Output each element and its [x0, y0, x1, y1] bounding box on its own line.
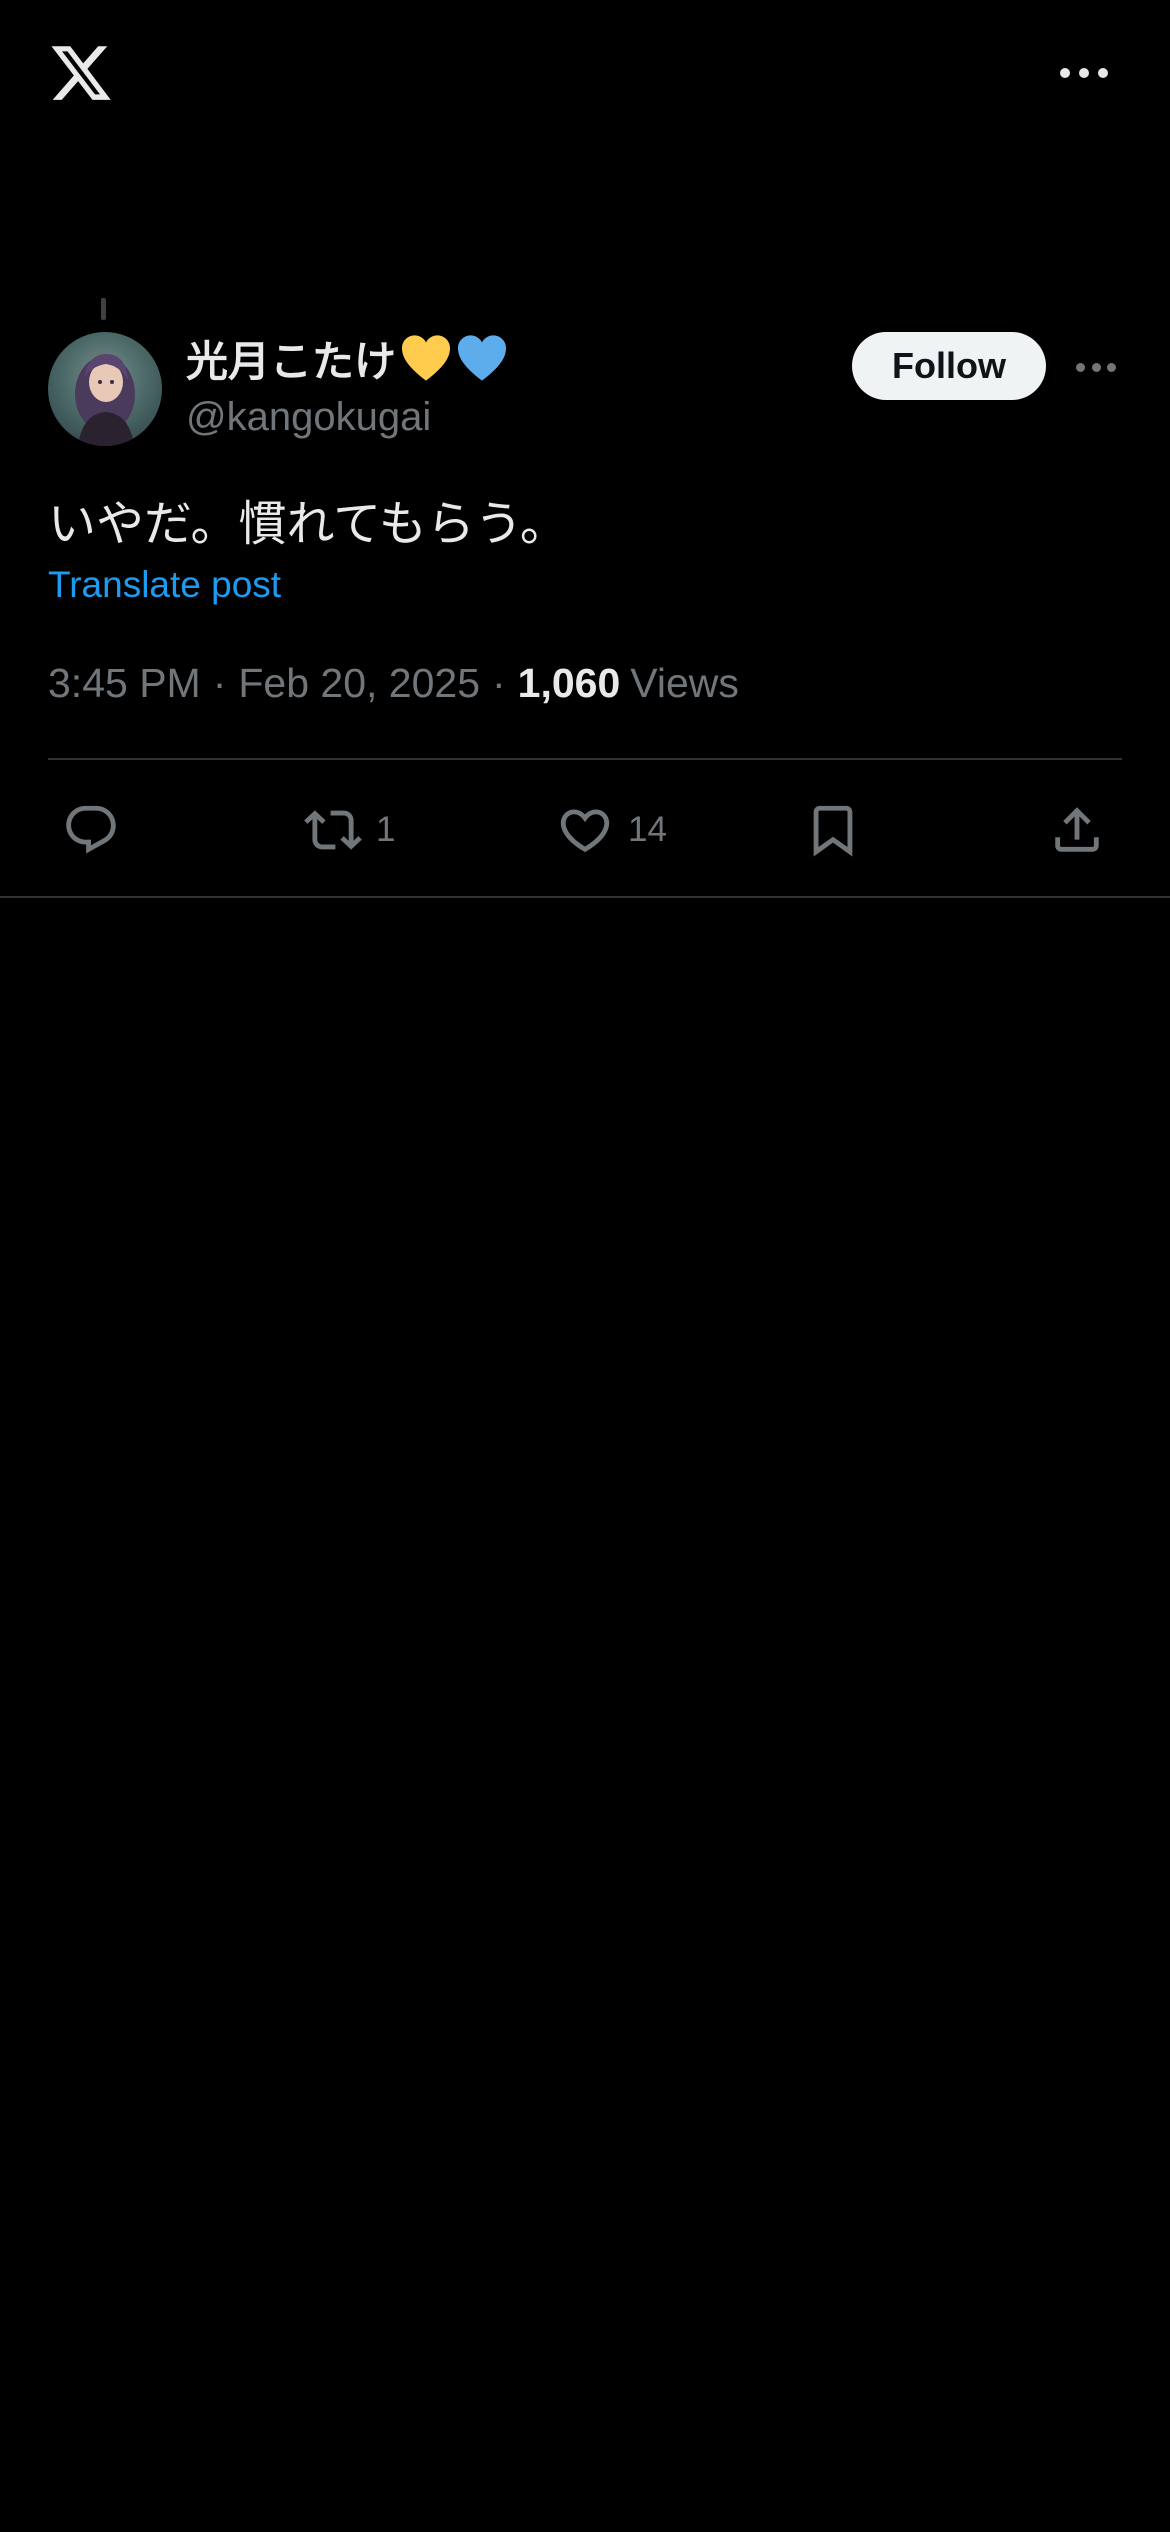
more-horizontal-icon[interactable]: [1060, 58, 1108, 88]
author-display-name[interactable]: 光月こたけ: [186, 330, 508, 386]
post-more-icon[interactable]: [1076, 359, 1116, 375]
post-time[interactable]: 3:45 PM: [48, 660, 201, 707]
follow-button[interactable]: Follow: [852, 332, 1046, 400]
dot: [1079, 68, 1089, 78]
share-icon: [1048, 801, 1106, 859]
display-name-text: 光月こたけ: [186, 337, 397, 385]
like-count: 14: [628, 810, 667, 849]
dot: [1091, 362, 1101, 372]
meta-separator: ·: [492, 659, 506, 706]
heart-icon: [556, 801, 614, 859]
reply-button[interactable]: [62, 795, 120, 865]
post-text: いやだ。慣れてもらう。: [48, 496, 568, 552]
x-logo-icon[interactable]: [48, 40, 114, 106]
retweet-button[interactable]: 1: [304, 795, 395, 865]
blue-heart-icon: [456, 334, 508, 382]
reply-icon: [62, 801, 120, 859]
dot: [1076, 362, 1085, 372]
bookmark-icon: [804, 801, 862, 859]
like-button[interactable]: 14: [556, 795, 667, 865]
author-handle[interactable]: @kangokugai: [186, 392, 431, 442]
avatar[interactable]: [48, 332, 162, 446]
post-metadata: 3:45 PM · Feb 20, 2025 · 1,060 Views: [48, 655, 739, 711]
bookmark-button[interactable]: [804, 795, 862, 865]
thread-connector-line: [101, 298, 106, 320]
divider: [0, 896, 1170, 898]
meta-separator: ·: [212, 659, 227, 706]
retweet-count: 1: [376, 810, 396, 849]
divider: [48, 758, 1122, 760]
share-button[interactable]: [1048, 795, 1106, 865]
views-label: Views: [630, 659, 739, 706]
dot: [1060, 68, 1070, 78]
views-count: 1,060: [517, 659, 621, 706]
post-date[interactable]: Feb 20, 2025: [238, 660, 480, 707]
retweet-icon: [304, 801, 362, 859]
yellow-heart-icon: [400, 334, 452, 382]
translate-post-link[interactable]: Translate post: [48, 560, 281, 610]
dot: [1098, 68, 1108, 78]
dot: [1107, 362, 1116, 372]
